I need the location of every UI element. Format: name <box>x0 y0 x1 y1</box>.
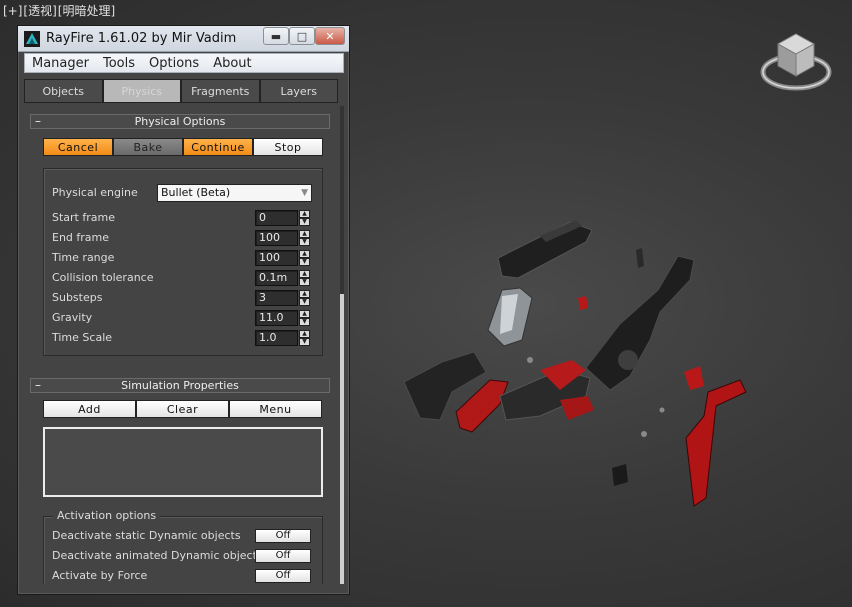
rayfire-window[interactable]: RayFire 1.61.02 by Mir Vadim ▬ □ ✕ Manag… <box>17 25 350 595</box>
spinner-arrows[interactable]: ▲ ▼ <box>299 230 310 246</box>
gravity-input[interactable]: 11.0 <box>255 310 298 326</box>
deactivate-static-toggle[interactable]: Off <box>255 529 311 543</box>
activate-by-force-toggle[interactable]: Off <box>255 569 311 583</box>
tab-physics[interactable]: Physics <box>102 79 181 103</box>
param-label: Gravity <box>52 311 93 324</box>
engine-label: Physical engine <box>52 186 138 199</box>
collision-tolerance-input[interactable]: 0.1m <box>255 270 298 286</box>
panel-scroll-thumb[interactable] <box>340 294 344 584</box>
activation-options-title: Activation options <box>53 509 161 522</box>
start-frame-input[interactable]: 0 <box>255 210 298 226</box>
spinner-arrows[interactable]: ▲ ▼ <box>299 210 310 226</box>
param-label: Time range <box>52 251 115 264</box>
simulation-objects-list[interactable] <box>43 427 323 497</box>
rollout-simulation-properties[interactable]: – Simulation Properties <box>30 378 330 393</box>
rayfire-app-icon <box>24 31 40 47</box>
menu-tools[interactable]: Tools <box>96 56 142 71</box>
spinner-arrows[interactable]: ▲ ▼ <box>299 270 310 286</box>
activation-label: Deactivate animated Dynamic objects <box>52 549 263 562</box>
cancel-button[interactable]: Cancel <box>43 138 113 156</box>
fragment-grey-piece[interactable] <box>487 287 533 347</box>
tab-objects[interactable]: Objects <box>24 79 103 103</box>
menubar: Manager Tools Options About <box>24 53 344 73</box>
viewport-plus-menu[interactable]: [+] <box>3 4 22 18</box>
rollout-title: Physical Options <box>134 115 226 128</box>
viewcube-icon[interactable] <box>760 30 832 96</box>
param-label: Start frame <box>52 211 115 224</box>
viewport-shading-menu[interactable]: [明暗处理] <box>58 4 115 18</box>
tab-layers[interactable]: Layers <box>259 79 338 103</box>
viewport-view-menu[interactable]: [透视] <box>23 4 56 18</box>
continue-button[interactable]: Continue <box>183 138 253 156</box>
param-label: Collision tolerance <box>52 271 154 284</box>
param-label: Substeps <box>52 291 103 304</box>
menu-about[interactable]: About <box>206 56 258 71</box>
spinner-arrows[interactable]: ▲ ▼ <box>299 250 310 266</box>
param-label: End frame <box>52 231 110 244</box>
tab-bar: Objects Physics Fragments Layers <box>24 79 338 103</box>
time-range-input[interactable]: 100 <box>255 250 298 266</box>
window-titlebar[interactable]: RayFire 1.61.02 by Mir Vadim ▬ □ ✕ <box>18 26 349 52</box>
fragment-top-bar[interactable] <box>497 220 593 279</box>
rollout-physical-options[interactable]: – Physical Options <box>30 114 330 129</box>
chevron-down-icon: ▼ <box>301 188 308 198</box>
window-title: RayFire 1.61.02 by Mir Vadim <box>46 31 237 46</box>
deactivate-animated-toggle[interactable]: Off <box>255 549 311 563</box>
minimize-button[interactable]: ▬ <box>263 27 289 45</box>
stop-button[interactable]: Stop <box>253 138 323 156</box>
end-frame-input[interactable]: 100 <box>255 230 298 246</box>
fragment-red-long[interactable] <box>685 379 747 507</box>
spinner-arrows[interactable]: ▲ ▼ <box>299 290 310 306</box>
time-scale-input[interactable]: 1.0 <box>255 330 298 346</box>
physics-panel: – Physical Options Cancel Bake Continue … <box>24 106 338 584</box>
spinner-arrows[interactable]: ▲ ▼ <box>299 310 310 326</box>
param-label: Time Scale <box>52 331 113 344</box>
viewport-scene[interactable] <box>390 220 750 520</box>
close-button[interactable]: ✕ <box>315 27 345 45</box>
rollout-title: Simulation Properties <box>121 379 239 392</box>
activation-label: Deactivate static Dynamic objects <box>52 529 241 542</box>
menu-manager[interactable]: Manager <box>25 56 96 71</box>
menu-button[interactable]: Menu <box>229 400 322 418</box>
simulation-buttons: Add Clear Menu <box>43 400 322 418</box>
viewport-label[interactable]: [+][透视][明暗处理] <box>3 2 116 19</box>
physics-action-buttons: Cancel Bake Continue Stop <box>43 138 323 156</box>
menu-options[interactable]: Options <box>142 56 206 71</box>
add-button[interactable]: Add <box>43 400 136 418</box>
spinner-arrows[interactable]: ▲ ▼ <box>299 330 310 346</box>
clear-button[interactable]: Clear <box>136 400 229 418</box>
activation-label: Activate by Force <box>52 569 148 582</box>
fragment-barrel-right[interactable] <box>585 255 695 391</box>
physical-engine-dropdown[interactable]: Bullet (Beta) ▼ <box>157 184 312 202</box>
tab-fragments[interactable]: Fragments <box>181 79 260 103</box>
maximize-button[interactable]: □ <box>289 27 315 45</box>
bake-button[interactable]: Bake <box>113 138 183 156</box>
engine-value: Bullet (Beta) <box>161 186 231 199</box>
substeps-input[interactable]: 3 <box>255 290 298 306</box>
